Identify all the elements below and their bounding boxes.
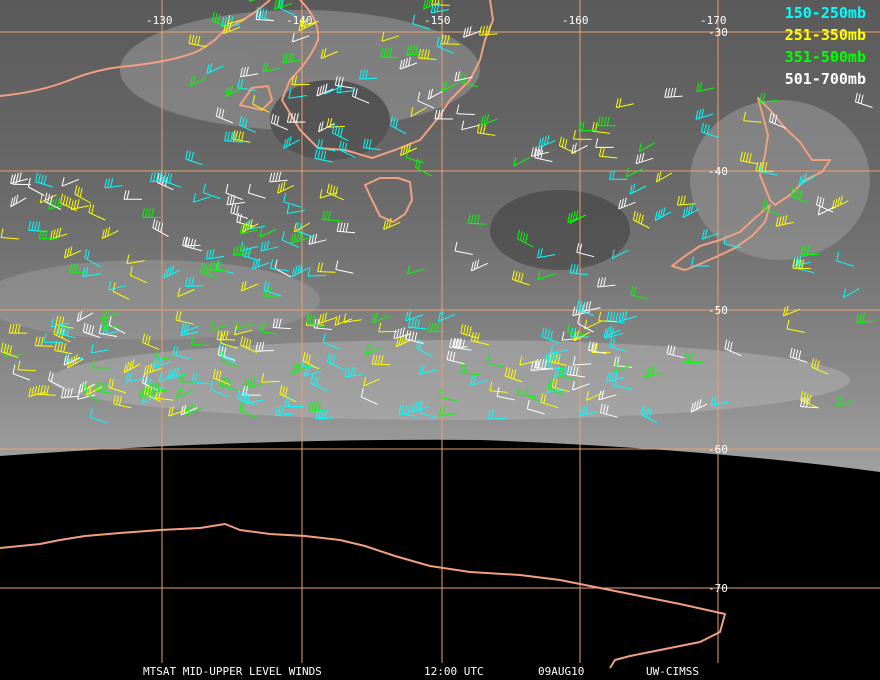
- footer-bar: MTSAT MID-UPPER LEVEL WINDS 12:00 UTC 09…: [0, 663, 880, 680]
- footer-date: 09AUG10: [538, 665, 585, 678]
- lat-label-60: -60: [708, 443, 728, 456]
- lon-label-160: -160: [562, 14, 589, 27]
- lon-label-140: -140: [286, 14, 313, 27]
- legend-150-250mb: 150-250mb: [784, 4, 866, 22]
- footer-title: MTSAT MID-UPPER LEVEL WINDS: [143, 665, 322, 678]
- footer-time: 12:00 UTC: [424, 665, 484, 678]
- lon-label-150: -150: [424, 14, 451, 27]
- lat-label-70: -70: [708, 582, 728, 595]
- footer-credit: UW-CIMSS: [646, 665, 699, 678]
- legend-251-350mb: 251-350mb: [784, 26, 866, 44]
- legend-501-700mb: 501-700mb: [784, 70, 866, 88]
- lat-label-50: -50: [708, 304, 728, 317]
- lat-label-40: -40: [708, 165, 728, 178]
- lat-label-30: -30: [708, 26, 728, 39]
- lon-label-130: -130: [146, 14, 173, 27]
- satellite-map: -130 -140 -150 -160 -170 -30 -40 -50 -60…: [0, 0, 880, 680]
- map-canvas: [0, 0, 880, 669]
- antarctica-coast: [0, 523, 726, 669]
- legend-351-500mb: 351-500mb: [784, 48, 866, 66]
